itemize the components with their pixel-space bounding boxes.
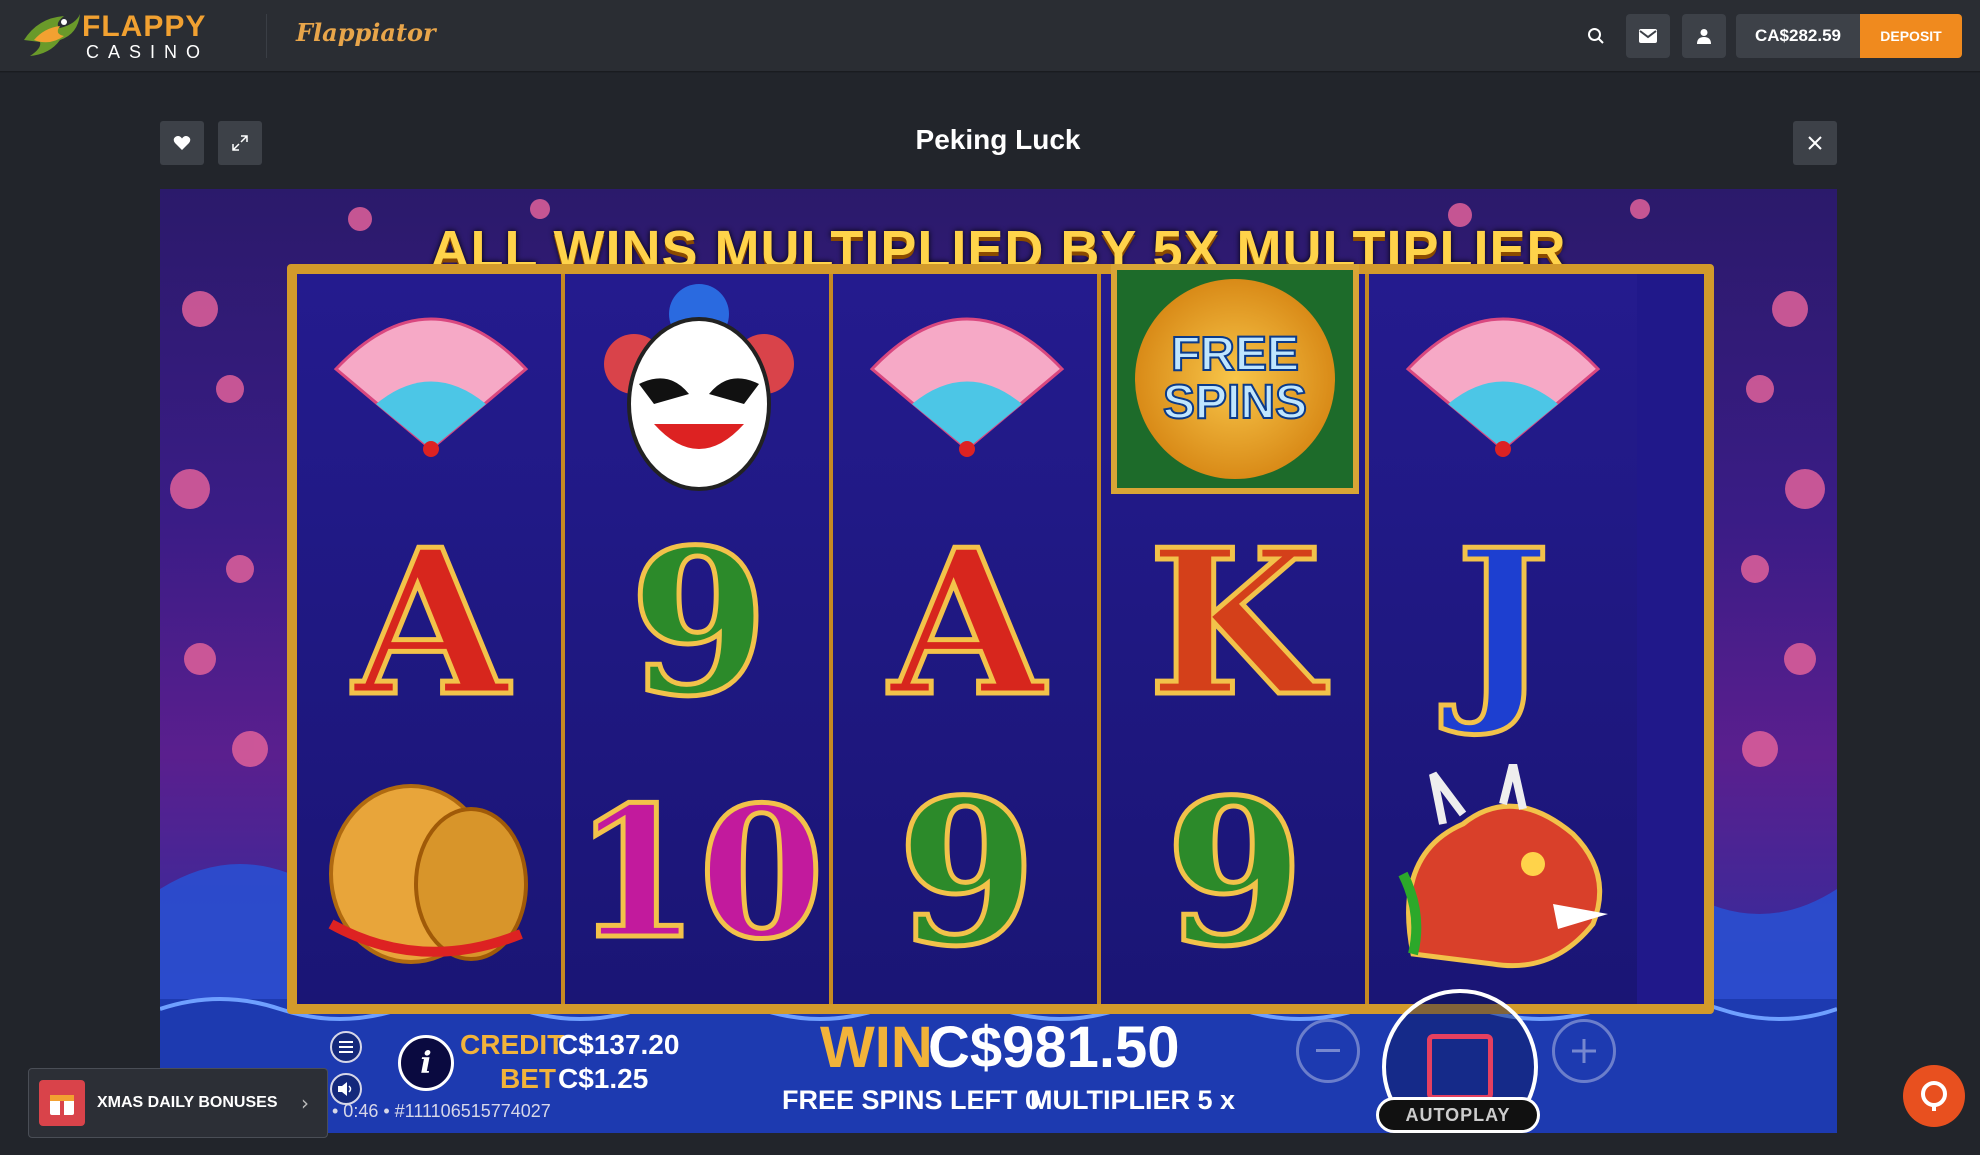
reel-2: 9 10 — [565, 274, 833, 1004]
account-button[interactable] — [1682, 14, 1726, 58]
free-spins-line1: FREE — [1170, 328, 1300, 381]
stop-icon — [1427, 1034, 1493, 1100]
decrease-bet-button[interactable] — [1296, 1019, 1360, 1083]
reel-3: A 9 — [833, 274, 1101, 1004]
logo-word-flappy: FLAPPY — [82, 10, 207, 43]
bird-logo-icon — [24, 14, 80, 56]
info-button[interactable]: i — [398, 1035, 454, 1091]
game-hud: i CREDIT C$137.20 BET C$1.25 • 0:46 • #1… — [160, 989, 1837, 1133]
top-bar: FLAPPY CASINO Flappiator CA$282.59 DEPOS… — [0, 0, 1980, 72]
symbol-a: A — [887, 506, 1047, 741]
xmas-bonus-label: XMAS DAILY BONUSES — [97, 1094, 278, 1111]
messages-button[interactable] — [1626, 14, 1670, 58]
free-spins-line2: SPINS — [1162, 376, 1308, 429]
minus-icon — [1316, 1049, 1340, 1052]
free-spins-coin: FREE SPINS — [1135, 279, 1335, 479]
bet-value: C$1.25 — [558, 1063, 649, 1094]
symbol-j: J — [1453, 506, 1553, 741]
credit-label: CREDIT — [460, 1029, 565, 1060]
xmas-bonus-banner[interactable]: XMAS DAILY BONUSES › — [28, 1068, 328, 1138]
win-value: C$981.50 — [928, 1015, 1180, 1080]
balance-display[interactable]: CA$282.59 — [1736, 14, 1860, 58]
search-icon — [1588, 28, 1604, 44]
bet-label: BET — [500, 1063, 556, 1094]
opera-mask-symbol — [565, 274, 833, 494]
close-game-button[interactable] — [1793, 121, 1837, 165]
autoplay-button[interactable]: AUTOPLAY — [1376, 1097, 1540, 1133]
chat-bubble-icon — [1921, 1081, 1947, 1111]
fan-symbol — [1369, 274, 1637, 494]
flappy-casino-logo[interactable]: FLAPPY CASINO — [20, 6, 205, 64]
reel-1: A — [297, 274, 565, 1004]
free-spins-frame: FREE SPINS — [1111, 264, 1359, 494]
speaker-icon — [338, 1082, 352, 1096]
symbol-10: 10 — [571, 768, 826, 979]
increase-bet-button[interactable] — [1552, 1019, 1616, 1083]
game-menu-button[interactable] — [330, 1031, 362, 1063]
win-label: WIN — [820, 1015, 933, 1080]
flappiator-brand[interactable]: Flappiator — [296, 18, 436, 47]
plus-icon — [1572, 1039, 1596, 1063]
symbol-9: 9 — [1163, 756, 1307, 991]
game-canvas[interactable]: ALL WINS MULTIPLIED BY 5X MULTIPLIER A 9… — [160, 189, 1837, 1133]
logo-word-casino: CASINO — [86, 42, 210, 62]
symbol-a: A — [351, 506, 511, 741]
chat-button[interactable] — [1903, 1065, 1965, 1127]
symbol-9: 9 — [895, 756, 1039, 991]
reel-4: FREE SPINS K 9 — [1101, 264, 1369, 1004]
gift-calendar-icon — [39, 1080, 85, 1126]
credit-value: C$137.20 — [558, 1029, 680, 1060]
free-spins-symbol: FREE SPINS — [1101, 264, 1369, 494]
mail-icon — [1639, 29, 1657, 43]
reel-5: J — [1369, 274, 1637, 1004]
cymbals-symbol — [297, 764, 565, 984]
close-icon — [1808, 136, 1822, 150]
fan-symbol — [833, 274, 1101, 494]
user-icon — [1697, 29, 1711, 44]
symbol-9: 9 — [627, 506, 771, 741]
game-title: Peking Luck — [915, 124, 1081, 155]
header-divider — [266, 14, 267, 58]
deposit-button[interactable]: DEPOSIT — [1860, 14, 1962, 58]
symbol-k: K — [1146, 506, 1325, 741]
free-spins-left: FREE SPINS LEFT 0 — [782, 1085, 1041, 1115]
dragon-symbol — [1369, 764, 1637, 984]
chevron-right-icon: › — [301, 1091, 309, 1115]
menu-icon — [339, 1041, 353, 1053]
fan-symbol — [297, 274, 565, 494]
reels-frame: A 9 10 A 9 FREE SPINS K 9 J — [287, 264, 1714, 1014]
search-button[interactable] — [1574, 14, 1618, 58]
multiplier-display: MULTIPLIER 5 x — [1030, 1085, 1236, 1115]
round-meta: • 0:46 • #111106515774027 — [332, 1101, 551, 1121]
